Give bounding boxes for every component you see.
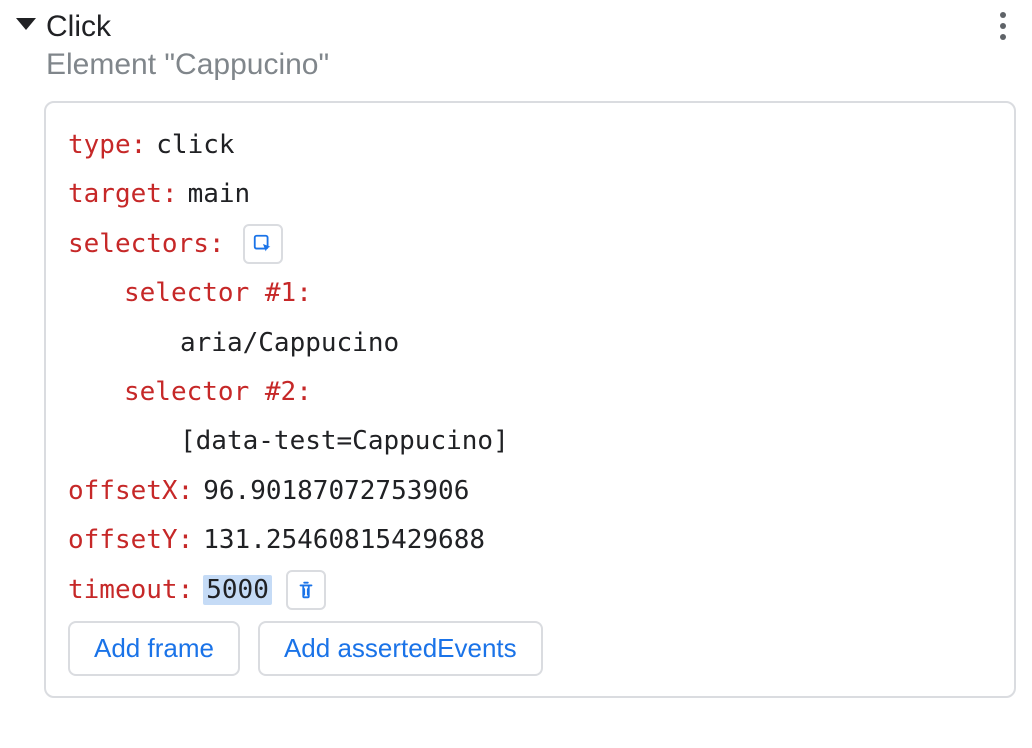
select-element-icon [252, 233, 274, 255]
add-asserted-events-button[interactable]: Add assertedEvents [258, 621, 543, 676]
field-key: offsetX [68, 467, 178, 516]
step-header: Click Element "Cappucino" [16, 4, 1016, 83]
selector-1-label-row[interactable]: selector #1: [68, 269, 992, 318]
step-header-left: Click Element "Cappucino" [16, 4, 329, 83]
selector-label: selector #2 [124, 368, 296, 417]
field-value: main [188, 170, 251, 219]
field-key: offsetY [68, 516, 178, 565]
step-titles: Click Element "Cappucino" [46, 8, 329, 83]
field-key: selectors [68, 220, 209, 269]
field-key: target [68, 170, 162, 219]
step-title: Click [46, 8, 329, 46]
field-key: type [68, 121, 131, 170]
step-footer-actions: Add frame Add assertedEvents [68, 621, 992, 676]
selector-label: selector #1 [124, 269, 296, 318]
field-offsety[interactable]: offsetY: 131.25460815429688 [68, 516, 992, 565]
selector-value: [data-test=Cappucino] [180, 417, 509, 466]
field-value: 131.25460815429688 [203, 516, 485, 565]
selector-2-label-row[interactable]: selector #2: [68, 368, 992, 417]
selector-1-value-row[interactable]: aria/Cappucino [68, 319, 992, 368]
recorder-step-card: Click Element "Cappucino" type: click ta… [0, 0, 1032, 706]
trash-icon [295, 579, 317, 601]
step-subtitle: Element "Cappucino" [46, 46, 329, 84]
field-key: timeout [68, 566, 178, 615]
delete-timeout-button[interactable] [286, 570, 326, 610]
field-value: 96.90187072753906 [203, 467, 469, 516]
field-offsetx[interactable]: offsetX: 96.90187072753906 [68, 467, 992, 516]
field-value: 5000 [203, 566, 272, 615]
add-frame-button[interactable]: Add frame [68, 621, 240, 676]
field-value: click [156, 121, 234, 170]
field-timeout[interactable]: timeout: 5000 [68, 566, 992, 615]
select-element-button[interactable] [243, 224, 283, 264]
field-type[interactable]: type: click [68, 121, 992, 170]
step-details-panel: type: click target: main selectors: sele… [44, 101, 1016, 698]
step-overflow-menu[interactable] [990, 6, 1016, 46]
field-target[interactable]: target: main [68, 170, 992, 219]
disclosure-toggle[interactable] [16, 18, 36, 30]
selector-2-value-row[interactable]: [data-test=Cappucino] [68, 417, 992, 466]
timeout-value-highlight: 5000 [203, 575, 272, 605]
selector-value: aria/Cappucino [180, 319, 399, 368]
field-selectors[interactable]: selectors: [68, 220, 992, 269]
